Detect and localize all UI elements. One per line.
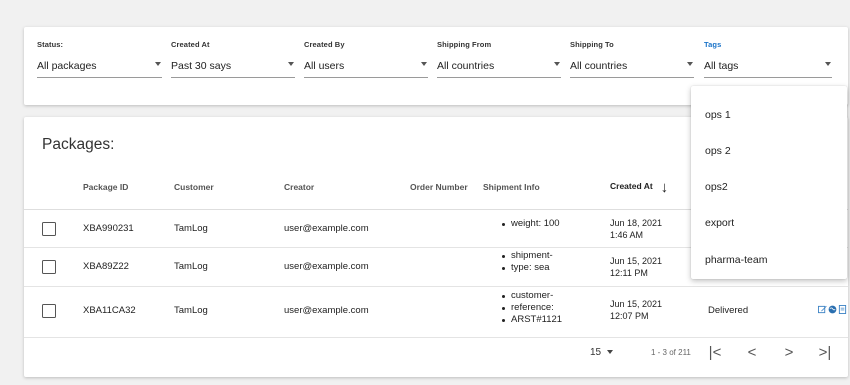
caret-down-icon bbox=[825, 62, 831, 66]
package-id-cell[interactable]: XBA11CA32 bbox=[83, 305, 136, 317]
tags-dropdown-menu: ops 1 ops 2 ops2 export pharma-team bbox=[691, 86, 847, 279]
globe-icon[interactable] bbox=[828, 305, 837, 314]
created-date: Jun 18, 2021 bbox=[610, 218, 663, 228]
previous-page-icon[interactable]: < bbox=[745, 343, 759, 363]
column-header-creator[interactable]: Creator bbox=[284, 182, 314, 192]
sort-descending-icon[interactable]: ↓ bbox=[661, 179, 669, 196]
next-page-icon[interactable]: > bbox=[782, 343, 796, 363]
created-time: 12:11 PM bbox=[610, 268, 648, 278]
row-actions bbox=[818, 305, 847, 314]
caret-down-icon bbox=[421, 62, 427, 66]
shipment-info-item: type: sea bbox=[500, 262, 580, 274]
created-time: 12:07 PM bbox=[610, 311, 649, 321]
row-checkbox[interactable] bbox=[42, 260, 56, 274]
tag-option-ops2[interactable]: ops2 bbox=[705, 181, 728, 193]
tags-select-value: All tags bbox=[704, 60, 739, 72]
creator-cell: user@example.com bbox=[284, 261, 369, 272]
first-page-icon[interactable]: |< bbox=[708, 343, 722, 363]
table-row[interactable]: XBA11CA32 TamLog user@example.com custom… bbox=[24, 288, 848, 338]
tags-filter: Tags All tags bbox=[704, 40, 832, 80]
row-checkbox[interactable] bbox=[42, 222, 56, 236]
customer-cell: TamLog bbox=[174, 261, 208, 272]
caret-down-icon bbox=[155, 62, 161, 66]
column-header-order-number[interactable]: Order Number bbox=[410, 182, 468, 192]
pagination-range: 1 - 3 of 211 bbox=[651, 348, 691, 357]
packages-title: Packages: bbox=[42, 136, 115, 153]
caret-down-icon bbox=[687, 62, 693, 66]
table-footer: 15 1 - 3 of 211 |< < > >| bbox=[24, 343, 848, 373]
package-id-cell[interactable]: XBA89Z22 bbox=[83, 261, 129, 273]
created-by-filter: Created By All users bbox=[304, 40, 428, 80]
created-date: Jun 15, 2021 bbox=[610, 299, 663, 309]
last-page-icon[interactable]: >| bbox=[818, 343, 832, 363]
created-at-header-label: Created At bbox=[610, 181, 653, 191]
shipment-info-item: ARST#1121 bbox=[500, 314, 580, 326]
shipment-info-cell: customer- reference: ARST#1121 bbox=[500, 290, 580, 326]
column-header-customer[interactable]: Customer bbox=[174, 182, 214, 192]
tags-select[interactable]: All tags bbox=[704, 58, 832, 78]
created-by-filter-label: Created By bbox=[304, 40, 345, 49]
edit-icon[interactable] bbox=[818, 305, 827, 314]
shipment-info-item: customer- bbox=[500, 290, 580, 302]
shipping-to-filter-label: Shipping To bbox=[570, 40, 614, 49]
created-at-filter: Created At Past 30 says bbox=[171, 40, 295, 80]
tag-option-ops-1[interactable]: ops 1 bbox=[705, 109, 731, 121]
row-checkbox[interactable] bbox=[42, 304, 56, 318]
shipping-from-filter-label: Shipping From bbox=[437, 40, 492, 49]
shipment-info-cell: weight: 100 bbox=[500, 218, 580, 230]
created-at-filter-label: Created At bbox=[171, 40, 210, 49]
status-select[interactable]: All packages bbox=[37, 58, 162, 78]
created-at-select[interactable]: Past 30 says bbox=[171, 58, 295, 78]
package-id-cell[interactable]: XBA990231 bbox=[83, 223, 134, 235]
customer-cell: TamLog bbox=[174, 223, 208, 234]
shipping-from-select-value: All countries bbox=[437, 60, 495, 72]
shipping-to-select-value: All countries bbox=[570, 60, 628, 72]
shipment-info-item: shipment- bbox=[500, 250, 580, 262]
chevron-down-icon bbox=[607, 350, 614, 354]
created-by-select[interactable]: All users bbox=[304, 58, 428, 78]
tags-filter-label: Tags bbox=[704, 40, 722, 49]
document-icon[interactable] bbox=[838, 305, 847, 314]
customer-cell: TamLog bbox=[174, 305, 208, 316]
shipment-info-cell: shipment- type: sea bbox=[500, 250, 580, 274]
rows-per-page-select[interactable]: 15 bbox=[590, 347, 614, 358]
creator-cell: user@example.com bbox=[284, 305, 369, 316]
shipment-info-item: reference: bbox=[500, 302, 580, 314]
caret-down-icon bbox=[554, 62, 560, 66]
shipping-to-filter: Shipping To All countries bbox=[570, 40, 694, 80]
column-header-shipment-info[interactable]: Shipment Info bbox=[483, 182, 540, 192]
status-filter: Status: All packages bbox=[37, 40, 162, 80]
tag-option-ops-2[interactable]: ops 2 bbox=[705, 145, 731, 157]
status-cell: Delivered bbox=[708, 305, 749, 316]
shipping-to-select[interactable]: All countries bbox=[570, 58, 694, 78]
created-at-cell: Jun 18, 2021 1:46 AM bbox=[610, 217, 662, 241]
tag-option-pharma-team[interactable]: pharma-team bbox=[705, 254, 767, 266]
created-at-cell: Jun 15, 2021 12:11 PM bbox=[610, 255, 662, 279]
shipment-info-item: weight: 100 bbox=[500, 218, 580, 230]
rows-per-page-value: 15 bbox=[590, 347, 602, 358]
creator-cell: user@example.com bbox=[284, 223, 369, 234]
column-header-created-at[interactable]: Created At ↓ bbox=[610, 179, 668, 196]
shipping-from-filter: Shipping From All countries bbox=[437, 40, 561, 80]
status-select-value: All packages bbox=[37, 60, 97, 72]
shipping-from-select[interactable]: All countries bbox=[437, 58, 561, 78]
created-by-select-value: All users bbox=[304, 60, 345, 72]
created-time: 1:46 AM bbox=[610, 230, 644, 240]
created-date: Jun 15, 2021 bbox=[610, 256, 663, 266]
status-filter-label: Status: bbox=[37, 40, 64, 49]
caret-down-icon bbox=[288, 62, 294, 66]
created-at-cell: Jun 15, 2021 12:07 PM bbox=[610, 298, 662, 322]
column-header-package-id[interactable]: Package ID bbox=[83, 182, 128, 192]
tag-option-export[interactable]: export bbox=[705, 217, 734, 229]
created-at-select-value: Past 30 says bbox=[171, 60, 232, 72]
